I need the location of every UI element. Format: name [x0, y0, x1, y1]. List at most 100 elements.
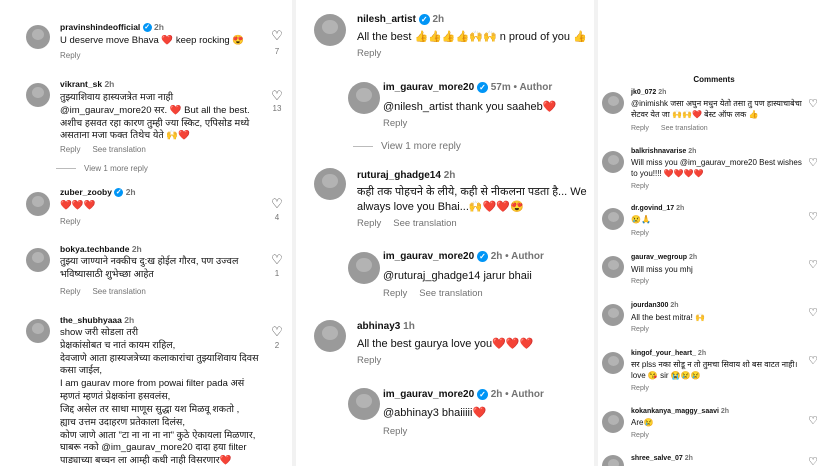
reply-button[interactable]: Reply	[60, 145, 80, 154]
avatar[interactable]	[26, 319, 50, 343]
like-heart-icon[interactable]: ♡	[806, 210, 820, 223]
like-heart-icon[interactable]: ♡	[269, 196, 285, 212]
avatar[interactable]	[26, 248, 50, 272]
comment-username[interactable]: gaurav_wegroup 2h	[631, 254, 697, 261]
like-heart-icon[interactable]: ♡	[806, 414, 820, 427]
reply-button[interactable]: Reply	[631, 125, 649, 132]
comment-text: सर plss नका सोडू न तो तुमचा सिवाय शो बस …	[631, 360, 798, 380]
verified-badge-icon: ✓	[476, 389, 488, 400]
avatar[interactable]	[26, 25, 50, 49]
comment-actions: Reply	[631, 326, 661, 333]
comment-username[interactable]: the_shubhyaaa 2h	[60, 315, 134, 325]
like-heart-icon[interactable]: ♡	[806, 306, 820, 319]
comment-actions: Reply	[631, 385, 661, 392]
comment-time: 2h	[124, 315, 135, 325]
see-translation-button[interactable]: See translation	[92, 145, 145, 154]
comments-title: Comments	[693, 75, 735, 84]
comment-text: Are😢	[631, 418, 654, 427]
avatar[interactable]	[314, 320, 346, 352]
comment-username[interactable]: nilesh_artist ✓ 2h	[357, 14, 444, 25]
avatar[interactable]	[602, 304, 624, 326]
reply-button[interactable]: Reply	[357, 48, 381, 59]
reply-button[interactable]: Reply	[631, 326, 649, 333]
like-heart-icon[interactable]: ♡	[806, 97, 820, 110]
comment-time: 2h	[104, 79, 115, 89]
comment-username[interactable]: zuber_zooby ✓ 2h	[60, 187, 136, 198]
reply-button[interactable]: Reply	[357, 218, 381, 229]
avatar[interactable]	[602, 411, 624, 433]
comment-time: 2h	[443, 170, 456, 181]
avatar[interactable]	[602, 455, 624, 466]
comment-username[interactable]: bokya.techbande 2h	[60, 244, 142, 254]
like-heart-icon[interactable]: ♡	[806, 156, 820, 169]
like-heart-icon[interactable]: ♡	[806, 258, 820, 271]
comment-username[interactable]: vikrant_sk 2h	[60, 79, 114, 89]
like-heart-icon[interactable]: ♡	[806, 354, 820, 367]
comment-text: Will miss you @im_gaurav_more20 Best wis…	[631, 158, 802, 178]
panel-divider	[292, 0, 296, 466]
verified-badge-icon: ✓	[114, 188, 124, 198]
reply-button[interactable]: Reply	[383, 118, 407, 129]
like-heart-icon[interactable]: ♡	[806, 455, 820, 466]
comment-text: @abhinay3 bhaiiiii❤️	[383, 407, 487, 419]
comment-username[interactable]: pravinshindeofficial ✓ 2h	[60, 22, 164, 33]
verified-badge-icon: ✓	[142, 23, 152, 33]
comment-username[interactable]: kingof_your_heart_ 2h	[631, 350, 706, 357]
comment-time: 2h	[688, 148, 697, 155]
like-count: 2	[274, 341, 280, 350]
reply-button[interactable]: Reply	[60, 217, 80, 226]
see-translation-button[interactable]: See translation	[661, 125, 708, 132]
reply-button[interactable]: Reply	[631, 183, 649, 190]
author-badge: Author	[511, 389, 544, 401]
comment-text: U deserve move Bhava ❤️ keep rocking 😍	[60, 35, 245, 46]
reply-button[interactable]: Reply	[631, 230, 649, 237]
comments-panel-left: pravinshindeofficial ✓ 2h U deserve move…	[0, 0, 292, 466]
like-heart-icon[interactable]: ♡	[269, 88, 285, 104]
avatar[interactable]	[348, 388, 380, 420]
like-heart-icon[interactable]: ♡	[269, 252, 285, 268]
comment-username[interactable]: im_gaurav_more20 ✓ 57m • Author	[383, 82, 552, 93]
see-translation-button[interactable]: See translation	[92, 287, 145, 296]
reply-button[interactable]: Reply	[357, 355, 381, 366]
comment-username[interactable]: im_gaurav_more20 ✓ 2h • Author	[383, 389, 544, 400]
view-more-replies-button[interactable]: View 1 more reply	[353, 141, 461, 152]
comment-actions: Reply See translation	[357, 218, 469, 229]
avatar[interactable]	[602, 352, 624, 374]
avatar[interactable]	[602, 92, 624, 114]
reply-button[interactable]: Reply	[383, 288, 407, 299]
avatar[interactable]	[26, 83, 50, 107]
avatar[interactable]	[348, 252, 380, 284]
reply-button[interactable]: Reply	[631, 385, 649, 392]
view-more-replies-button[interactable]: View 1 more reply	[56, 164, 148, 173]
reply-button[interactable]: Reply	[631, 278, 649, 285]
comment-username[interactable]: dr.govind_17 2h	[631, 205, 684, 212]
reply-button[interactable]: Reply	[60, 287, 80, 296]
comment-actions: Reply See translation	[60, 287, 158, 296]
comment-username[interactable]: jourdan300 2h	[631, 302, 678, 309]
avatar[interactable]	[602, 256, 624, 278]
comment-username[interactable]: kokankanya_maggy_saavi 2h	[631, 408, 729, 415]
avatar[interactable]	[602, 208, 624, 230]
reply-button[interactable]: Reply	[631, 432, 649, 439]
reply-button[interactable]: Reply	[383, 426, 407, 437]
comment-text: तुझ्याशिवाय हास्यजत्रेत मजा नाही @im_gau…	[60, 92, 250, 142]
see-translation-button[interactable]: See translation	[419, 288, 482, 299]
reply-button[interactable]: Reply	[60, 51, 80, 60]
see-translation-button[interactable]: See translation	[393, 218, 456, 229]
comment-time: 1h	[403, 321, 415, 332]
avatar[interactable]	[348, 82, 380, 114]
comment-username[interactable]: im_gaurav_more20 ✓ 2h • Author	[383, 251, 544, 262]
like-heart-icon[interactable]: ♡	[269, 28, 285, 44]
comment-text: @inimishk जसा अघुन मधुन येतो तसा तु पण ह…	[631, 99, 802, 119]
avatar[interactable]	[314, 168, 346, 200]
like-heart-icon[interactable]: ♡	[269, 324, 285, 340]
comment-username[interactable]: abhinay3 1h	[357, 321, 415, 332]
comment-username[interactable]: ruturaj_ghadge14 2h	[357, 170, 455, 181]
comment-username[interactable]: shree_salve_07 2h	[631, 455, 693, 462]
avatar[interactable]	[26, 192, 50, 216]
comment-username[interactable]: balkrishnavarise 2h	[631, 148, 696, 155]
avatar[interactable]	[602, 151, 624, 173]
comment-text: ❤️❤️❤️	[60, 200, 96, 211]
comment-username[interactable]: jk0_072 2h	[631, 89, 666, 96]
avatar[interactable]	[314, 14, 346, 46]
